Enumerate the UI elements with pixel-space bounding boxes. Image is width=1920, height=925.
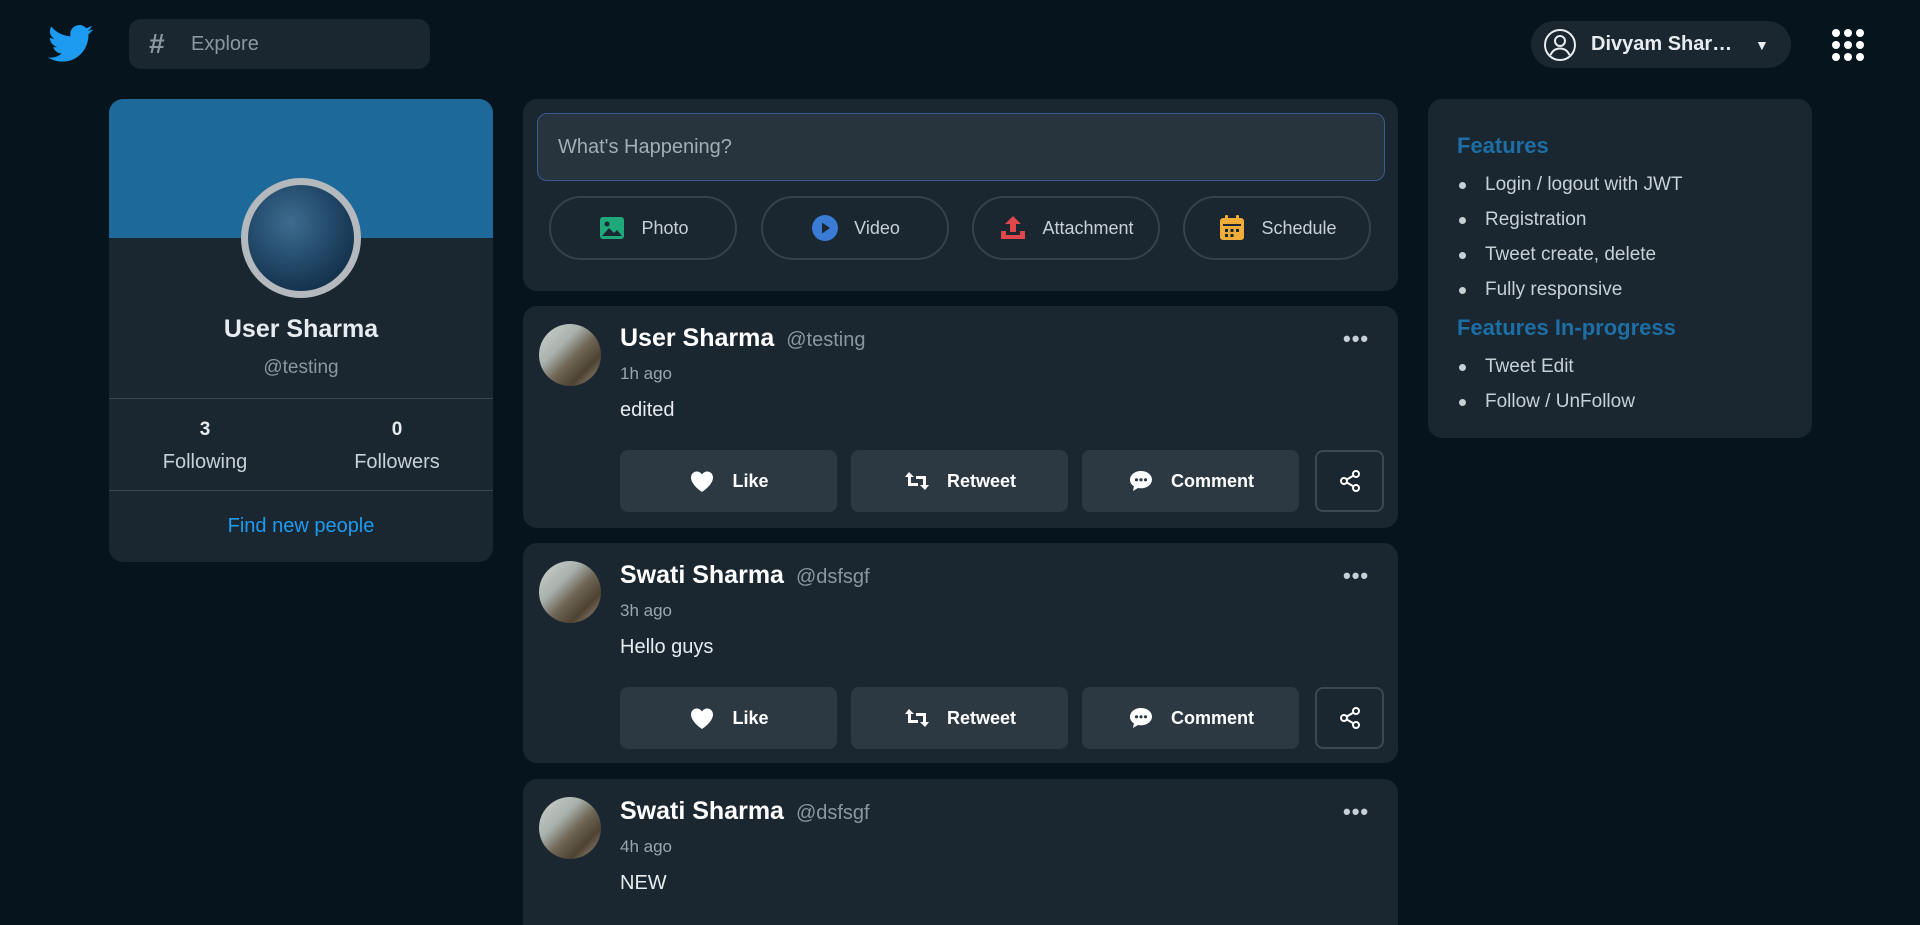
tweet-text: Hello guys <box>620 636 714 658</box>
user-name: Divyam Sharm... <box>1591 33 1741 55</box>
divider <box>109 490 493 491</box>
heart-icon <box>691 471 714 492</box>
tweet-composer: Photo Video Attachment Schedule <box>523 99 1398 291</box>
tweet-text: edited <box>620 399 675 421</box>
comment-label: Comment <box>1170 470 1254 491</box>
list-item: Login / logout with JWT <box>1457 167 1783 202</box>
upload-icon <box>1001 216 1026 239</box>
tweet-timestamp: 4h ago <box>620 837 672 856</box>
explore-search-input[interactable] <box>191 32 411 56</box>
retweet-button[interactable]: Retweet <box>851 687 1068 749</box>
list-item: Fully responsive <box>1457 272 1783 307</box>
schedule-button[interactable]: Schedule <box>1183 196 1371 260</box>
followers-label: Followers <box>354 451 440 473</box>
like-button[interactable]: Like <box>620 687 837 749</box>
whats-happening-input[interactable] <box>537 113 1385 181</box>
more-options-icon[interactable]: ••• <box>1343 326 1369 352</box>
comment-icon <box>1129 471 1152 491</box>
share-icon <box>1339 707 1360 729</box>
find-new-people-link[interactable]: Find new people <box>109 515 493 538</box>
list-item: Tweet Edit <box>1457 349 1783 384</box>
tweet-card: Swati Sharma @dsfsgf 3h ago Hello guys ••… <box>523 543 1398 763</box>
tweet-author: Swati Sharma @dsfsgf <box>620 561 870 589</box>
retweet-icon <box>904 709 929 727</box>
comment-label: Comment <box>1170 707 1254 728</box>
avatar[interactable] <box>539 561 601 623</box>
comment-button[interactable]: Comment <box>1082 450 1299 512</box>
tweet-timestamp: 3h ago <box>620 601 672 620</box>
calendar-icon <box>1220 215 1245 240</box>
list-item: Follow / UnFollow <box>1457 384 1783 419</box>
video-button[interactable]: Video <box>761 196 949 260</box>
list-item: Registration <box>1457 202 1783 237</box>
profile-avatar[interactable] <box>241 178 361 298</box>
share-button[interactable] <box>1315 450 1384 512</box>
features-list: Login / logout with JWT Registration Twe… <box>1457 167 1783 307</box>
like-label: Like <box>732 470 769 491</box>
more-options-icon[interactable]: ••• <box>1343 799 1369 825</box>
like-button[interactable]: Like <box>620 450 837 512</box>
video-icon <box>812 215 839 241</box>
following-label: Following <box>162 451 248 473</box>
retweet-label: Retweet <box>946 470 1017 491</box>
followers-count: 0 <box>391 419 403 440</box>
retweet-button[interactable]: Retweet <box>851 450 1068 512</box>
user-account-dropdown[interactable]: Divyam Sharm... ▼ <box>1531 21 1791 68</box>
retweet-label: Retweet <box>946 707 1017 728</box>
features-card: Features Login / logout with JWT Registr… <box>1428 99 1812 438</box>
video-label: Video <box>854 217 900 238</box>
tweet-card: User Sharma @testing 1h ago edited ••• Li… <box>523 306 1398 528</box>
heart-icon <box>691 708 714 729</box>
more-options-icon[interactable]: ••• <box>1343 563 1369 589</box>
like-label: Like <box>732 707 769 728</box>
profile-name: User Sharma <box>223 315 379 343</box>
tweet-card: Swati Sharma @dsfsgf 4h ago NEW ••• <box>523 779 1398 925</box>
apps-grid-icon[interactable] <box>1832 29 1864 61</box>
following-count: 3 <box>199 419 211 440</box>
avatar[interactable] <box>539 797 601 859</box>
retweet-icon <box>904 472 929 490</box>
share-icon <box>1339 470 1360 492</box>
photo-button[interactable]: Photo <box>549 196 737 260</box>
top-navigation-bar: # Divyam Sharm... ▼ <box>0 0 1920 90</box>
tweet-author: User Sharma @testing <box>620 324 866 352</box>
tweet-handle: @dsfsgf <box>795 566 870 588</box>
tweet-author: Swati Sharma @dsfsgf <box>620 797 870 825</box>
features-title: Features <box>1457 133 1549 158</box>
avatar[interactable] <box>539 324 601 386</box>
features-inprogress-list: Tweet Edit Follow / UnFollow <box>1457 349 1783 419</box>
twitter-logo-icon[interactable] <box>48 24 94 64</box>
profile-handle: @testing <box>263 357 339 378</box>
comment-button[interactable]: Comment <box>1082 687 1299 749</box>
features-inprogress-title: Features In-progress <box>1457 315 1676 340</box>
tweet-handle: @testing <box>786 329 866 351</box>
comment-icon <box>1129 708 1152 728</box>
photo-icon <box>600 217 625 239</box>
share-button[interactable] <box>1315 687 1384 749</box>
schedule-label: Schedule <box>1261 217 1337 238</box>
list-item: Tweet create, delete <box>1457 237 1783 272</box>
profile-card: User Sharma @testing 3 Following 0 Follo… <box>109 99 493 562</box>
followers-stat[interactable]: 0 Followers <box>301 419 493 474</box>
attachment-button[interactable]: Attachment <box>972 196 1160 260</box>
tweet-handle: @dsfsgf <box>795 802 870 824</box>
attachment-label: Attachment <box>1042 217 1134 238</box>
divider <box>109 398 493 399</box>
tweet-timestamp: 1h ago <box>620 364 672 383</box>
explore-search-box[interactable]: # <box>129 19 430 69</box>
hashtag-icon: # <box>149 28 165 59</box>
tweet-text: NEW <box>620 872 667 894</box>
user-circle-icon <box>1544 28 1576 61</box>
photo-label: Photo <box>641 217 689 238</box>
chevron-down-icon: ▼ <box>1755 36 1769 53</box>
following-stat[interactable]: 3 Following <box>109 419 301 474</box>
